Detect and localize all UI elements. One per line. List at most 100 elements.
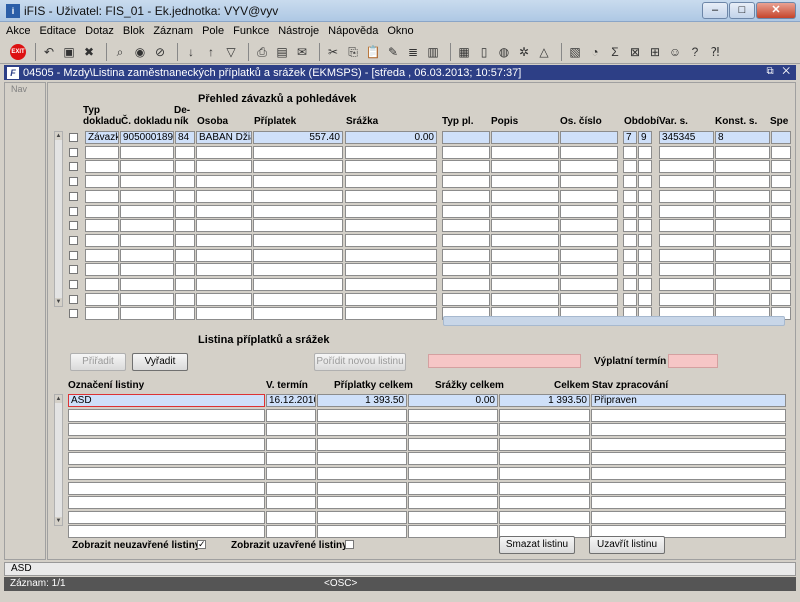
cell-typ-dokladu[interactable] (85, 204, 119, 218)
cell-osoba[interactable] (196, 307, 252, 321)
cell-c-dokladu[interactable] (120, 248, 174, 262)
cell-typ-dokladu[interactable] (85, 160, 119, 174)
bottom-vertical-scrollbar[interactable]: ▲ ▼ (54, 394, 63, 526)
cell-denik[interactable] (175, 160, 195, 174)
cell-denik[interactable] (175, 307, 195, 321)
cell-typ-dokladu[interactable] (85, 219, 119, 233)
top-horizontal-scrollbar[interactable] (443, 316, 785, 326)
cell-c-dokladu[interactable] (120, 233, 174, 247)
cell-popis[interactable] (491, 131, 559, 144)
maximize-button[interactable]: □ (729, 2, 755, 19)
cell-typ-dokladu[interactable] (85, 189, 119, 203)
cell-var-s[interactable] (659, 189, 714, 203)
cell-popis[interactable] (491, 204, 559, 218)
cell-obdobi-m[interactable] (623, 233, 637, 247)
cell-typ-dokladu[interactable] (85, 307, 119, 321)
copy-icon[interactable]: ⎘ (345, 44, 361, 60)
row-select-checkbox[interactable] (69, 162, 78, 172)
menu-okno[interactable]: Okno (387, 25, 413, 37)
cell-srazka[interactable] (345, 189, 437, 203)
cell-os-cislo[interactable] (560, 189, 618, 203)
cell-celkem[interactable]: 1 393.50 (499, 394, 590, 407)
cell-popis[interactable] (491, 292, 559, 306)
warning-icon[interactable]: △ (536, 44, 552, 60)
nav-panel[interactable]: Nav (4, 82, 46, 560)
cell-oznaceni[interactable] (68, 423, 265, 437)
cell-oznaceni[interactable] (68, 510, 265, 524)
cell-typ-pl[interactable] (442, 263, 490, 277)
delete-list-button[interactable]: Smazat listinu (499, 536, 575, 554)
cell-popis[interactable] (491, 233, 559, 247)
cell-priplatky[interactable] (317, 481, 407, 495)
cell-obdobi-m[interactable] (623, 145, 637, 159)
cell-typ-dokladu[interactable] (85, 248, 119, 262)
cut-icon[interactable]: ✂ (325, 44, 341, 60)
cell-os-cislo[interactable] (560, 219, 618, 233)
cell-priplatky[interactable] (317, 452, 407, 466)
row-select-checkbox[interactable] (69, 265, 78, 275)
cell-typ-dokladu[interactable] (85, 145, 119, 159)
cell-priplatky[interactable] (317, 423, 407, 437)
cell-v-termin[interactable] (266, 437, 316, 451)
cell-denik[interactable] (175, 175, 195, 189)
cell-obdobi-m[interactable] (623, 248, 637, 262)
cell-os-cislo[interactable] (560, 145, 618, 159)
required-field[interactable] (428, 354, 581, 368)
menu-funkce[interactable]: Funkce (233, 25, 269, 37)
cell-priplatek[interactable] (253, 292, 343, 306)
cell-var-s[interactable] (659, 292, 714, 306)
cell-spe[interactable] (771, 175, 791, 189)
cell-typ-pl[interactable] (442, 145, 490, 159)
cell-var-s[interactable] (659, 204, 714, 218)
cell-osoba[interactable] (196, 278, 252, 291)
calculator-icon[interactable]: ▦ (456, 44, 472, 60)
cell-oznaceni[interactable] (68, 481, 265, 495)
row-select-checkbox[interactable] (69, 206, 78, 216)
cell-os-cislo[interactable] (560, 131, 618, 144)
cell-typ-pl[interactable] (442, 233, 490, 247)
enter-query-icon[interactable]: ⌕ (112, 44, 128, 60)
cell-priplatky[interactable] (317, 437, 407, 451)
row-select-checkbox[interactable] (69, 280, 78, 289)
cell-popis[interactable] (491, 263, 559, 277)
cell-os-cislo[interactable] (560, 233, 618, 247)
cell-spe[interactable] (771, 160, 791, 174)
cell-popis[interactable] (491, 175, 559, 189)
cell-priplatek[interactable]: 557.40 (253, 131, 343, 144)
cell-konst-s[interactable] (715, 233, 770, 247)
cell-v-termin[interactable] (266, 481, 316, 495)
row-select-checkbox[interactable] (69, 235, 78, 245)
print-preview-icon[interactable]: ▤ (274, 44, 290, 60)
cell-stav[interactable] (591, 408, 786, 422)
row-select-checkbox[interactable] (69, 294, 78, 304)
cell-obdobi-r[interactable] (638, 248, 652, 262)
cell-obdobi-m[interactable] (623, 189, 637, 203)
cell-srazky[interactable]: 0.00 (408, 394, 498, 407)
cell-obdobi-m[interactable] (623, 263, 637, 277)
row-select-checkbox[interactable] (69, 147, 78, 157)
cell-denik[interactable] (175, 248, 195, 262)
cell-typ-pl[interactable] (442, 175, 490, 189)
cell-obdobi-r[interactable] (638, 219, 652, 233)
cell-obdobi-m[interactable] (623, 219, 637, 233)
cell-obdobi-m[interactable] (623, 292, 637, 306)
cell-var-s[interactable] (659, 219, 714, 233)
cell-os-cislo[interactable] (560, 278, 618, 291)
execute-query-icon[interactable]: ◉ (132, 44, 148, 60)
cell-osoba[interactable] (196, 160, 252, 174)
minimize-button[interactable]: – (702, 2, 728, 19)
cell-popis[interactable] (491, 248, 559, 262)
user-icon[interactable]: ☺ (667, 44, 683, 60)
cell-konst-s[interactable] (715, 189, 770, 203)
cell-konst-s[interactable] (715, 278, 770, 291)
cancel-query-icon[interactable]: ⊘ (152, 44, 168, 60)
globe-icon[interactable]: ◍ (496, 44, 512, 60)
cell-obdobi-r[interactable] (638, 145, 652, 159)
cell-c-dokladu[interactable] (120, 175, 174, 189)
cell-obdobi-m[interactable] (623, 160, 637, 174)
cell-oznaceni[interactable] (68, 437, 265, 451)
mail-icon[interactable]: ✉ (294, 44, 310, 60)
payout-date-field[interactable] (668, 354, 718, 368)
cell-srazka[interactable] (345, 219, 437, 233)
cell-konst-s[interactable] (715, 204, 770, 218)
